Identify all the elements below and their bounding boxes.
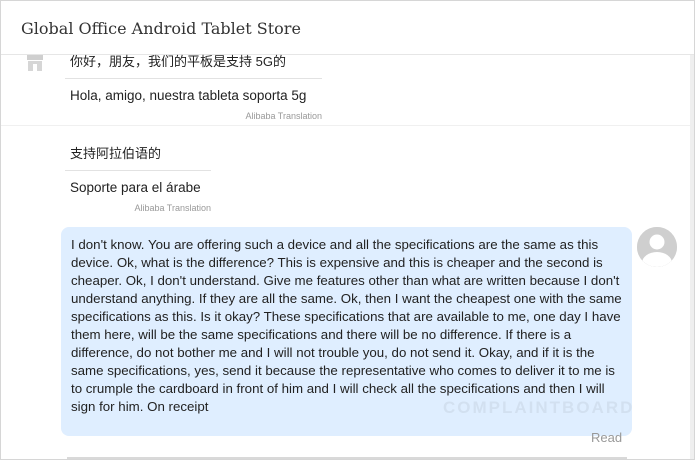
chat-window: Global Office Android Tablet Store 你好，朋友… (0, 0, 695, 460)
divider (1, 125, 690, 126)
translation-source: Alibaba Translation (134, 203, 211, 213)
message-translation: Soporte para el árabe (70, 180, 201, 195)
store-name[interactable]: Global Office Android Tablet Store (21, 19, 301, 38)
watermark-logo: COMPLAINTBOARD (443, 398, 634, 417)
message-text: I don't know. You are offering such a de… (71, 237, 622, 414)
input-divider (67, 457, 627, 459)
message-original: 支持阿拉伯语的 (65, 146, 211, 171)
scrollbar[interactable] (690, 55, 694, 459)
incoming-message: 支持阿拉伯语的 Soporte para el árabe Alibaba Tr… (65, 146, 211, 213)
message-original: 你好，朋友，我们的平板是支持 5G的 (65, 54, 322, 79)
translation-source: Alibaba Translation (245, 111, 322, 121)
chat-header: Global Office Android Tablet Store (1, 1, 694, 55)
user-avatar-icon[interactable] (637, 227, 677, 267)
message-translation: Hola, amigo, nuestra tableta soporta 5g (70, 88, 307, 103)
store-icon (27, 55, 43, 71)
read-status: Read (591, 430, 623, 445)
watermark-text: COMPLAINTBOARD (443, 398, 634, 417)
incoming-message: 你好，朋友，我们的平板是支持 5G的 Hola, amigo, nuestra … (65, 54, 322, 121)
